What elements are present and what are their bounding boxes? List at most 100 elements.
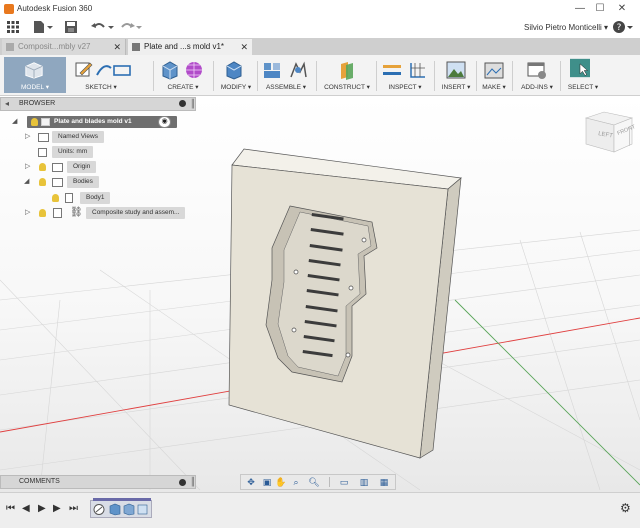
assemble-label: ASSEMBLE ▾	[265, 84, 307, 91]
zoom-icon[interactable]: 🔍︎	[305, 476, 323, 488]
activate-component-icon[interactable]: ◉	[158, 116, 171, 128]
go-to-start-icon[interactable]: ⏮	[6, 503, 15, 515]
insert-menu[interactable]: INSERT ▾	[438, 57, 474, 93]
browser-item-composite-study[interactable]: Composite study and assem...	[86, 207, 186, 219]
browser-item-origin[interactable]: Origin	[67, 161, 97, 173]
panel-resize-icon[interactable]: ║	[190, 99, 196, 108]
redo-icon[interactable]	[118, 21, 144, 35]
visibility-bulb-icon[interactable]	[39, 163, 46, 171]
panel-resize-icon[interactable]: ║	[190, 477, 196, 486]
go-to-end-icon[interactable]: ⏭	[69, 503, 78, 515]
add-ins-menu[interactable]: ADD-INS ▾	[516, 57, 558, 93]
component-icon	[53, 208, 62, 218]
tab-composite-assembly[interactable]: Composit...mbly v27 ✕	[2, 39, 126, 55]
new-component-icon	[264, 63, 280, 78]
quick-access-toolbar: Silvio Pietro Monticelli ▾ ?	[0, 18, 640, 39]
visibility-bulb-icon[interactable]	[39, 209, 46, 217]
component-icon	[41, 118, 50, 126]
modify-label: MODIFY ▾	[220, 84, 252, 91]
tab-plate-and-blades-mold[interactable]: Plate and ...s mold v1* ✕	[128, 39, 252, 55]
create-label: CREATE ▾	[167, 84, 199, 91]
timeline-settings-gear-icon[interactable]: ⚙	[620, 502, 631, 514]
make-menu[interactable]: MAKE ▾	[478, 57, 510, 93]
document-tabs: Composit...mbly v27 ✕ Plate and ...s mol…	[0, 38, 640, 55]
user-name: Silvio Pietro Monticelli	[524, 23, 602, 32]
ribbon-divider	[376, 61, 377, 91]
select-menu[interactable]: SELECT ▾	[564, 57, 602, 93]
user-account-menu[interactable]: Silvio Pietro Monticelli ▾	[524, 23, 608, 32]
document-settings-icon	[38, 148, 47, 157]
browser-item-units[interactable]: Units: mm	[52, 146, 94, 158]
data-panel-grid-icon[interactable]	[6, 21, 20, 35]
play-icon[interactable]: ▶	[38, 503, 46, 515]
maximize-button[interactable]: ☐	[592, 2, 608, 16]
3d-viewport[interactable]	[0, 96, 640, 492]
navigation-toolbar: ✥ ▣ ✋ ⌕ 🔍︎ ▭ ▥ ▦	[240, 474, 396, 490]
step-forward-icon[interactable]: ▶	[53, 503, 61, 515]
extrude-icon	[162, 61, 178, 80]
viewcube-scrollbar[interactable]	[629, 126, 635, 146]
undo-icon[interactable]	[90, 21, 116, 35]
sketch-menu[interactable]: SKETCH ▾	[72, 57, 131, 93]
visibility-bulb-icon[interactable]	[31, 118, 38, 126]
ribbon-divider	[257, 61, 258, 91]
file-menu-icon[interactable]	[32, 21, 54, 35]
ribbon-divider	[316, 61, 317, 91]
browser-item-bodies[interactable]: Bodies	[67, 176, 99, 188]
visibility-bulb-icon[interactable]	[39, 178, 46, 186]
workspace-switcher[interactable]: MODEL ▾	[4, 57, 66, 93]
ribbon-divider	[560, 61, 561, 91]
mold-plate-body[interactable]	[228, 148, 462, 459]
expand-origin-icon[interactable]: ▷	[25, 161, 30, 173]
step-back-icon[interactable]: ◀	[22, 503, 30, 515]
add-comment-icon[interactable]	[179, 479, 186, 486]
ribbon-divider	[434, 61, 435, 91]
title-bar: Autodesk Fusion 360 — ☐ ✕	[0, 0, 640, 19]
inspect-menu[interactable]: INSPECT ▾	[380, 57, 430, 93]
zoom-window-icon[interactable]: ⌕	[289, 476, 303, 488]
ribbon-divider	[476, 61, 477, 91]
look-at-icon[interactable]: ▣	[261, 476, 273, 488]
construct-menu[interactable]: CONSTRUCT ▾	[320, 57, 374, 93]
link-icon: ⛓	[70, 207, 83, 218]
expand-composite-icon[interactable]: ▷	[25, 207, 30, 219]
close-window-button[interactable]: ✕	[614, 2, 630, 16]
assemble-menu[interactable]: ASSEMBLE ▾	[260, 57, 312, 93]
pin-panel-icon[interactable]	[179, 100, 186, 107]
browser-root-node[interactable]: Plate and blades mold v1	[27, 116, 177, 128]
expand-named-views-icon[interactable]: ▷	[25, 131, 30, 143]
body-icon	[65, 193, 73, 203]
ribbon-divider	[512, 61, 513, 91]
grid-settings-icon[interactable]: ▥	[355, 476, 373, 488]
comments-title: COMMENTS	[19, 478, 60, 485]
timeline-features[interactable]	[90, 498, 152, 518]
close-tab-icon[interactable]: ✕	[113, 39, 121, 55]
collapse-browser-icon[interactable]: ◂	[5, 99, 9, 108]
sketch-label: SKETCH ▾	[85, 84, 117, 91]
help-icon[interactable]: ?	[612, 21, 634, 35]
close-tab-icon[interactable]: ✕	[240, 39, 248, 55]
display-settings-icon[interactable]: ▭	[335, 476, 353, 488]
browser-item-named-views[interactable]: Named Views	[52, 131, 104, 143]
modify-menu[interactable]: MODIFY ▾	[216, 57, 256, 93]
viewports-icon[interactable]: ▦	[375, 476, 393, 488]
tab-label: Plate and ...s mold v1*	[144, 42, 225, 51]
model-workspace-icon	[25, 62, 43, 79]
minimize-button[interactable]: —	[572, 2, 588, 16]
pan-icon[interactable]: ✋	[275, 476, 287, 488]
comments-panel-header[interactable]: COMMENTS ║	[0, 475, 196, 489]
folder-icon	[52, 163, 63, 172]
create-menu[interactable]: CREATE ▾	[158, 57, 208, 93]
save-icon[interactable]	[64, 21, 78, 35]
visibility-bulb-icon[interactable]	[52, 194, 59, 202]
orbit-icon[interactable]: ✥	[243, 476, 259, 488]
workspace-label: MODEL ▾	[21, 84, 49, 91]
construct-label: CONSTRUCT ▾	[324, 84, 370, 91]
browser-item-body1[interactable]: Body1	[80, 192, 111, 204]
collapse-bodies-icon[interactable]: ◢	[24, 176, 29, 188]
collapse-root-icon[interactable]: ◢	[12, 116, 17, 128]
browser-panel-header[interactable]: ◂ BROWSER ║	[0, 97, 196, 111]
timeline-marker[interactable]	[93, 498, 151, 501]
add-ins-label: ADD-INS ▾	[521, 84, 553, 91]
view-cube[interactable]: LEFT FRONT	[582, 108, 636, 154]
